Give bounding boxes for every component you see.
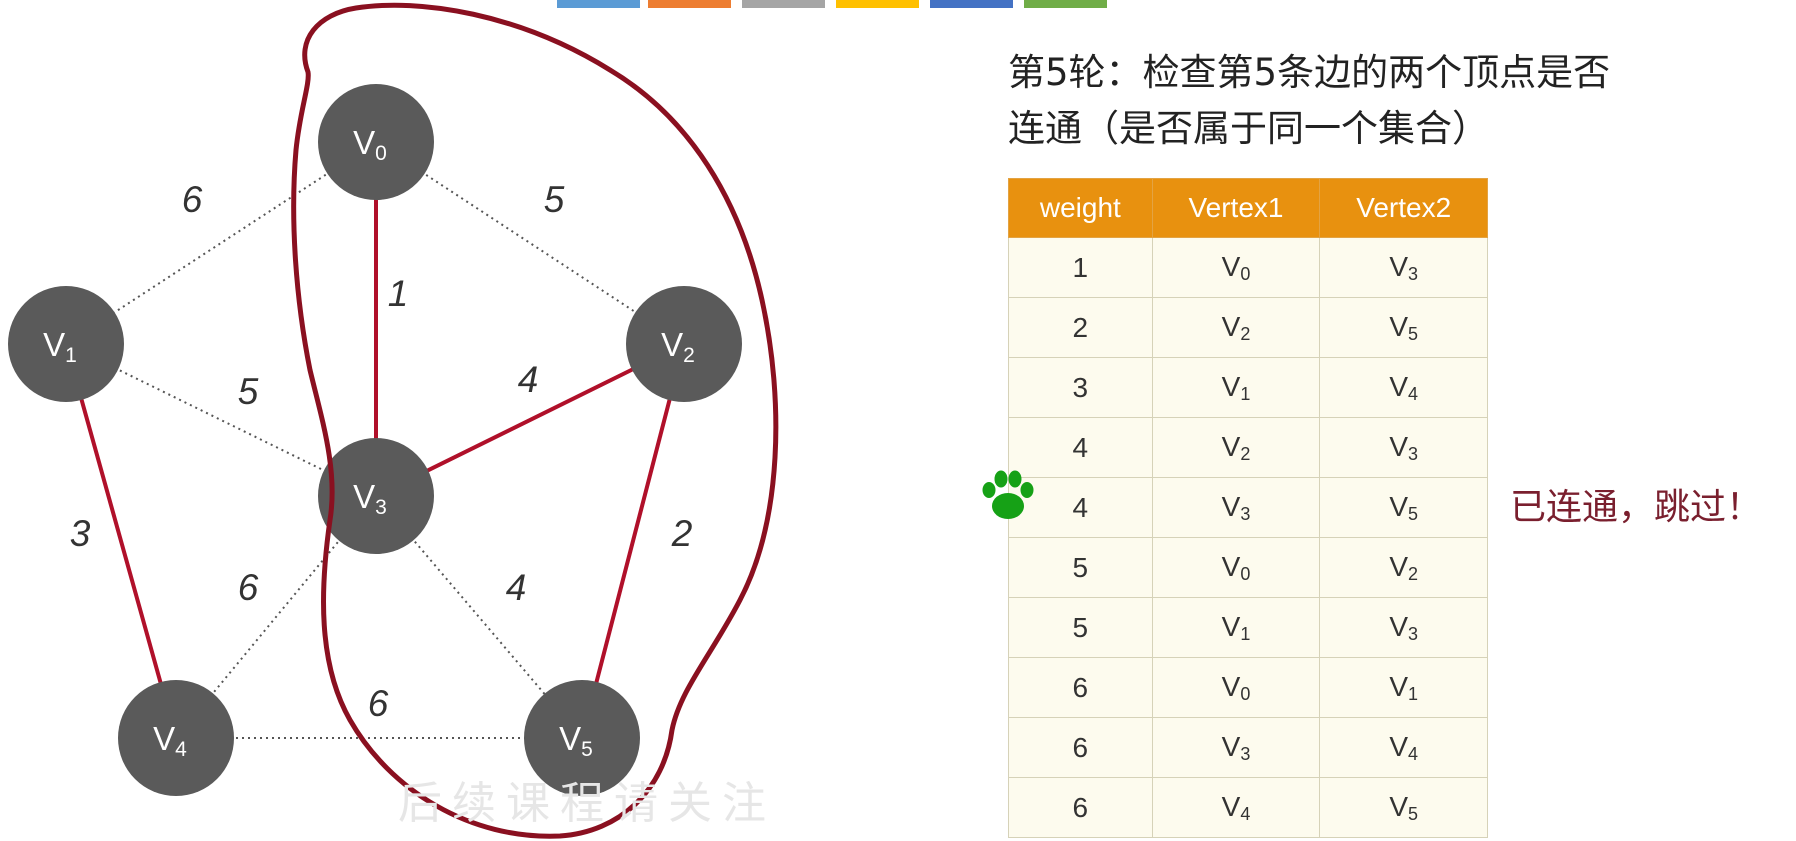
cell-weight: 1 bbox=[1008, 237, 1153, 298]
watermark-text: 后续课程请关注 bbox=[398, 778, 776, 829]
cell-weight: 2 bbox=[1008, 297, 1153, 358]
cell-vertex1: V3 bbox=[1151, 717, 1321, 778]
header-vertex2: Vertex2 bbox=[1319, 178, 1488, 238]
table-row: 1 V0 V3 bbox=[1008, 237, 1488, 298]
cell-vertex2: V5 bbox=[1319, 297, 1488, 358]
table-row: 5 V1 V3 bbox=[1008, 597, 1488, 658]
cell-weight: 6 bbox=[1008, 777, 1153, 838]
table-row: 3 V1 V4 bbox=[1008, 357, 1488, 418]
node-v0: V0 bbox=[318, 84, 434, 200]
edge-weight-v3-v4: 6 bbox=[238, 567, 259, 608]
table-row: 6 V3 V4 bbox=[1008, 717, 1488, 778]
cell-vertex1: V0 bbox=[1151, 537, 1321, 598]
cell-weight: 6 bbox=[1008, 657, 1153, 718]
sorted-edge-table: weight Vertex1 Vertex2 1 V0 V3 2 V2 V5 3 V1 V4 4 V… bbox=[1008, 178, 1488, 838]
edge-weight-v2-v5: 2 bbox=[671, 513, 693, 554]
edge-weight-v3-v5: 4 bbox=[506, 567, 527, 608]
cell-vertex1: V2 bbox=[1151, 297, 1321, 358]
cell-weight: 3 bbox=[1008, 357, 1153, 418]
cell-vertex1: V4 bbox=[1151, 777, 1321, 838]
table-row: 5 V0 V2 bbox=[1008, 537, 1488, 598]
cell-weight: 6 bbox=[1008, 717, 1153, 778]
edge-weight-v0-v1: 6 bbox=[182, 179, 203, 220]
cell-vertex1: V1 bbox=[1151, 357, 1321, 418]
caption-line-1: 第5轮：检查第5条边的两个顶点是否 bbox=[1008, 51, 1611, 94]
cell-vertex2: V3 bbox=[1319, 597, 1488, 658]
header-weight: weight bbox=[1008, 178, 1153, 238]
cell-vertex1: V3 bbox=[1151, 477, 1321, 538]
table-row: 6 V4 V5 bbox=[1008, 777, 1488, 838]
edge-weight-v4-v5: 6 bbox=[368, 683, 389, 724]
edge-weight-v1-v4: 3 bbox=[70, 513, 91, 554]
edge-weight-v0-v3: 1 bbox=[388, 273, 409, 314]
cell-vertex2: V4 bbox=[1319, 717, 1488, 778]
node-v1: V1 bbox=[8, 286, 124, 402]
table-row-current: 4 V3 V5 bbox=[1008, 477, 1488, 538]
paw-icon bbox=[982, 470, 1034, 519]
table-row: 6 V0 V1 bbox=[1008, 657, 1488, 718]
edge-weight-v2-v3: 4 bbox=[518, 359, 539, 400]
edge-v2-v5 bbox=[580, 343, 686, 739]
edge-weight-v1-v3: 5 bbox=[238, 371, 259, 412]
cell-vertex2: V1 bbox=[1319, 657, 1488, 718]
cell-vertex2: V5 bbox=[1319, 477, 1488, 538]
node-v3: V3 bbox=[318, 438, 434, 554]
cell-vertex1: V0 bbox=[1151, 237, 1321, 298]
node-v4: V4 bbox=[118, 680, 234, 796]
cell-vertex2: V5 bbox=[1319, 777, 1488, 838]
cell-weight: 5 bbox=[1008, 597, 1153, 658]
edge-weight-v0-v2: 5 bbox=[544, 179, 565, 220]
cell-vertex2: V4 bbox=[1319, 357, 1488, 418]
header-vertex1: Vertex1 bbox=[1151, 178, 1321, 238]
cell-vertex1: V1 bbox=[1151, 597, 1321, 658]
cell-weight: 5 bbox=[1008, 537, 1153, 598]
cell-vertex2: V3 bbox=[1319, 417, 1488, 478]
step-caption: 第5轮：检查第5条边的两个顶点是否 连通（是否属于同一个集合） bbox=[1008, 45, 1688, 157]
cell-vertex2: V3 bbox=[1319, 237, 1488, 298]
skip-note: 已连通，跳过！ bbox=[1510, 487, 1763, 528]
cell-vertex2: V2 bbox=[1319, 537, 1488, 598]
table-row: 4 V2 V3 bbox=[1008, 417, 1488, 478]
table-row: 2 V2 V5 bbox=[1008, 297, 1488, 358]
cell-vertex1: V0 bbox=[1151, 657, 1321, 718]
cell-vertex1: V2 bbox=[1151, 417, 1321, 478]
caption-line-2: 连通（是否属于同一个集合） bbox=[1008, 107, 1489, 150]
node-v2: V2 bbox=[626, 286, 742, 402]
table-header-row: weight Vertex1 Vertex2 bbox=[1008, 178, 1488, 238]
